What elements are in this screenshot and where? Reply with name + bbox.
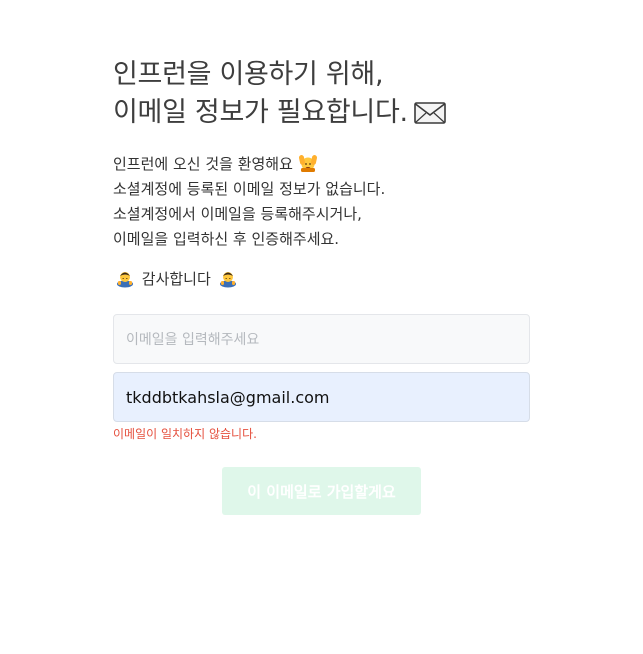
- intro-text: 인프런에 오신 것을 환영해요 소셜계정에 등록된 이메일 정보가 없습니다. …: [113, 152, 530, 252]
- email-confirm-input[interactable]: [113, 372, 530, 422]
- bowing-person-icon: [117, 272, 133, 288]
- intro-line-4: 이메일을 입력하신 후 인증해주세요.: [113, 230, 340, 248]
- intro-line-1: 인프런에 오신 것을 환영해요: [113, 152, 530, 177]
- envelope-icon: [413, 102, 446, 124]
- bowing-person-icon: [219, 272, 236, 288]
- thanks-text: 감사합니다: [141, 270, 211, 288]
- raising-hands-icon: [298, 155, 317, 172]
- intro-line-2: 소셜계정에 등록된 이메일 정보가 없습니다.: [113, 180, 386, 198]
- intro-line-3: 소셜계정에서 이메일을 등록해주시거나,: [113, 205, 362, 223]
- thanks-message: 감사합니다: [113, 267, 530, 291]
- intro-line-1-text: 인프런에 오신 것을 환영해요: [113, 155, 293, 173]
- email-required-panel: 인프런을 이용하기 위해, 이메일 정보가 필요합니다. 인프런에 오신 것을 …: [113, 56, 530, 515]
- signup-with-email-button[interactable]: 이 이메일로 가입할게요: [222, 467, 421, 515]
- email-input[interactable]: [113, 314, 530, 364]
- title-line-2-text: 이메일 정보가 필요합니다.: [113, 97, 408, 128]
- title-line-1: 인프런을 이용하기 위해,: [113, 59, 384, 90]
- page-title: 인프런을 이용하기 위해, 이메일 정보가 필요합니다.: [113, 56, 530, 132]
- email-mismatch-error: 이메일이 일치하지 않습니다.: [113, 427, 257, 441]
- submit-wrap: 이 이메일로 가입할게요: [113, 467, 530, 515]
- title-line-2: 이메일 정보가 필요합니다.: [113, 94, 530, 132]
